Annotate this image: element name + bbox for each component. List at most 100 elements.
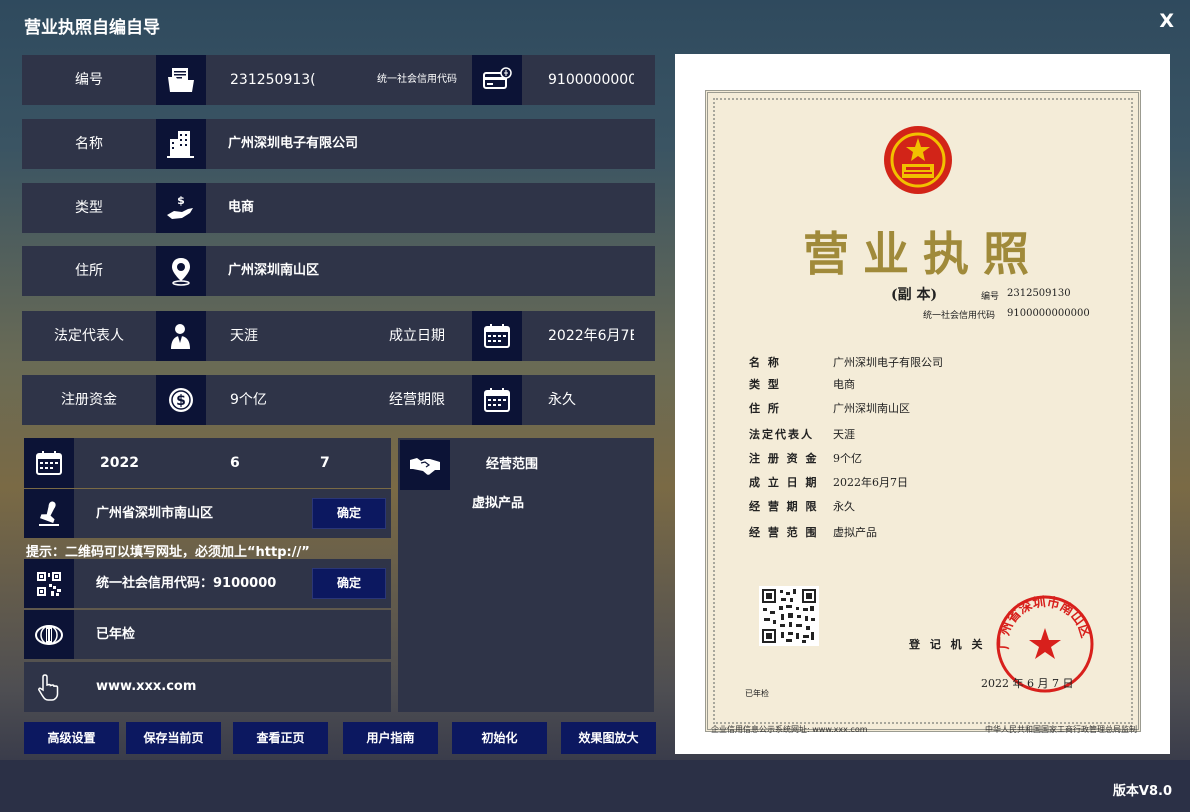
address-label: 住所	[75, 263, 103, 279]
building-icon	[156, 119, 206, 169]
scope-title: 经营范围	[486, 457, 539, 472]
license-field-value: 电商	[833, 378, 855, 391]
type-label: 类型	[75, 200, 103, 216]
version-label: 版本V8.0	[1112, 784, 1172, 799]
license-field-label: 名 称	[749, 356, 781, 369]
row-type: 类型 $ 电商	[22, 183, 655, 233]
title-bar: 营业执照自编自导 X	[0, 0, 1190, 46]
period-label: 经营期限	[389, 392, 445, 408]
license-date: 2022 年 6 月 7 日	[981, 677, 1074, 690]
license-inspected: 已年检	[745, 689, 769, 698]
license-field-value: 虚拟产品	[833, 526, 877, 539]
month-input[interactable]: 6	[230, 438, 260, 488]
folder-icon	[156, 55, 206, 105]
license-field-label: 成 立 日 期	[749, 476, 819, 489]
name-value[interactable]: 广州深圳电子有限公司	[228, 119, 628, 169]
credit-card-icon	[472, 55, 522, 105]
credit-code-label: 统一社会信用代码	[377, 74, 457, 85]
handshake-icon	[400, 440, 450, 490]
calendar-icon	[472, 375, 522, 425]
dollar-coin-icon: $	[156, 375, 206, 425]
license-preview[interactable]: 营业执照 (副 本) 编号 2312509130 统一社会信用代码 910000…	[675, 54, 1170, 754]
save-page-button[interactable]: 保存当前页	[126, 722, 221, 754]
tools-panel: 2022 6 7 广州省深圳市南山区 确定 统一社会信用代码：9100000 确…	[24, 438, 391, 712]
row-number: 编号 231250913( 统一社会信用代码 9100000000	[22, 55, 655, 105]
number-value[interactable]: 231250913(	[230, 55, 316, 105]
license-copy-label: (副 本)	[891, 287, 938, 303]
hand-money-icon: $	[156, 183, 206, 233]
row-address: 住所 广州深圳南山区	[22, 246, 655, 296]
name-label: 名称	[75, 136, 103, 152]
scope-panel: 经营范围 虚拟产品	[398, 438, 654, 712]
initialize-button[interactable]: 初始化	[452, 722, 547, 754]
capital-value[interactable]: 9个亿	[230, 375, 350, 425]
license-number-label: 编号	[981, 292, 1000, 302]
user-guide-button[interactable]: 用户指南	[343, 722, 438, 754]
year-input[interactable]: 2022	[100, 438, 160, 488]
type-value[interactable]: 电商	[228, 183, 528, 233]
qr-text-input[interactable]: 统一社会信用代码：9100000	[96, 559, 306, 608]
row-rep: 法定代表人 天涯 成立日期 2022年6月7E	[22, 311, 655, 361]
license-footer-left: 企业信用信息公示系统网址: www.xxx.com	[711, 725, 868, 734]
license-field-label: 经 营 范 围	[749, 526, 819, 539]
calendar-icon	[24, 438, 74, 488]
zoom-preview-button[interactable]: 效果图放大	[561, 722, 656, 754]
qr-hint-text: 提示：二维码可以填写网址，必须加上“http://”	[26, 545, 310, 560]
license-field-label: 法定代表人	[749, 428, 814, 441]
license-field-label: 注 册 资 金	[749, 452, 819, 465]
emblem-icon	[24, 610, 74, 659]
found-date-value[interactable]: 2022年6月7E	[548, 311, 634, 361]
license-field-value: 9个亿	[833, 452, 862, 465]
rep-value[interactable]: 天涯	[230, 311, 350, 361]
inspect-text-input[interactable]: 已年检	[96, 610, 296, 659]
license-sheet: 营业执照 (副 本) 编号 2312509130 统一社会信用代码 910000…	[705, 90, 1141, 732]
capital-label: 注册资金	[61, 392, 117, 408]
url-input[interactable]: www.xxx.com	[96, 662, 316, 712]
seal-text-input[interactable]: 广州省深圳市南山区	[96, 489, 296, 538]
url-row: www.xxx.com	[24, 662, 391, 712]
license-number: 2312509130	[1007, 288, 1071, 299]
license-field-label: 类 型	[749, 378, 781, 391]
row-name: 名称 广州深圳电子有限公司	[22, 119, 655, 169]
person-icon	[156, 311, 206, 361]
status-bar: 版本V8.0	[0, 760, 1190, 812]
national-emblem-icon	[884, 126, 952, 194]
app-title: 营业执照自编自导	[24, 18, 160, 38]
qr-confirm-button[interactable]: 确定	[312, 568, 386, 599]
pointer-hand-icon	[24, 662, 74, 712]
date-row: 2022 6 7	[24, 438, 391, 488]
seal-row: 广州省深圳市南山区 确定	[24, 489, 391, 538]
location-pin-icon	[156, 246, 206, 296]
license-field-value: 广州深圳电子有限公司	[833, 356, 943, 369]
advanced-settings-button[interactable]: 高级设置	[24, 722, 119, 754]
inspect-row: 已年检	[24, 610, 391, 659]
license-credit: 9100000000000	[1007, 308, 1090, 319]
address-value[interactable]: 广州深圳南山区	[228, 246, 528, 296]
svg-text:$: $	[176, 393, 186, 409]
view-front-button[interactable]: 查看正页	[233, 722, 328, 754]
license-qr-code-icon	[759, 586, 819, 646]
rep-label: 法定代表人	[54, 328, 124, 344]
license-field-value: 天涯	[833, 428, 855, 441]
number-label: 编号	[75, 72, 103, 88]
stamp-icon	[24, 489, 74, 538]
scope-value-input[interactable]: 虚拟产品	[472, 484, 632, 524]
qr-row: 统一社会信用代码：9100000 确定	[24, 559, 391, 608]
qr-code-icon	[24, 559, 74, 608]
license-field-value: 2022年6月7日	[833, 476, 908, 489]
found-date-label: 成立日期	[389, 328, 445, 344]
license-field-label: 住 所	[749, 402, 781, 415]
credit-code-value[interactable]: 9100000000	[548, 55, 634, 105]
period-value[interactable]: 永久	[548, 375, 634, 425]
calendar-icon	[472, 311, 522, 361]
license-registrar: 登 记 机 关	[909, 638, 986, 651]
license-field-value: 永久	[833, 500, 855, 513]
svg-text:$: $	[177, 194, 185, 207]
license-title: 营业执照	[803, 227, 1043, 281]
license-field-label: 经 营 期 限	[749, 500, 819, 513]
seal-confirm-button[interactable]: 确定	[312, 498, 386, 529]
close-button[interactable]: X	[1159, 10, 1174, 32]
day-input[interactable]: 7	[320, 438, 350, 488]
license-field-value: 广州深圳南山区	[833, 402, 910, 415]
row-capital: 注册资金 $ 9个亿 经营期限 永久	[22, 375, 655, 425]
